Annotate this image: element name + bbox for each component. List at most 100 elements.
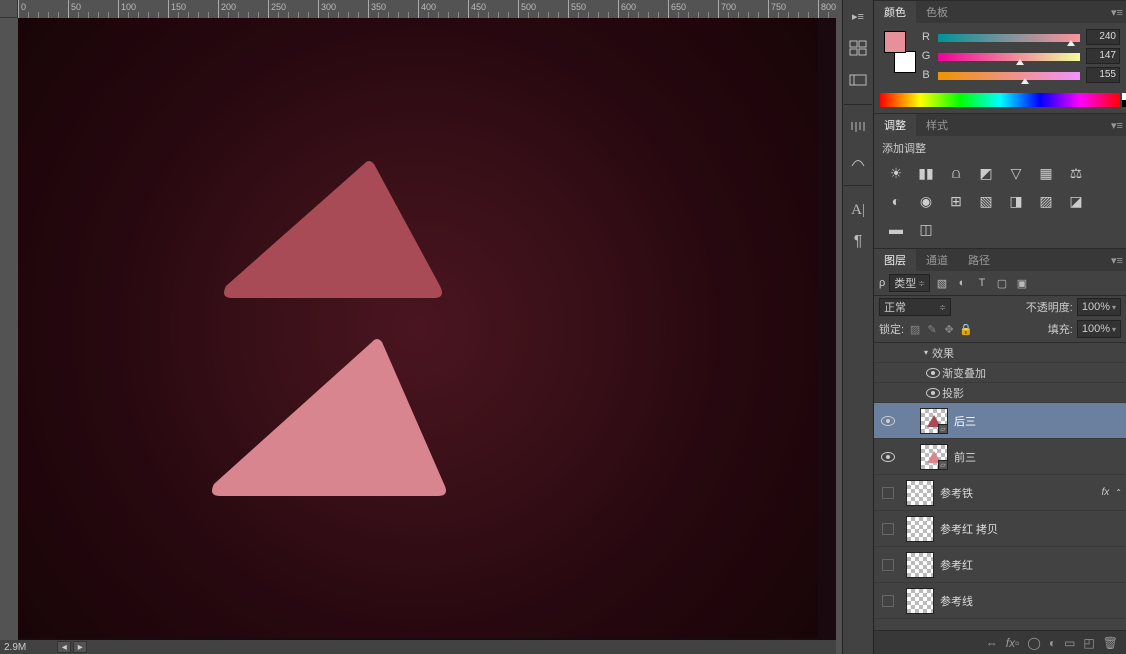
visibility-toggle[interactable] (926, 388, 940, 398)
tab-paths[interactable]: 路径 (958, 249, 1000, 271)
canvas-viewport[interactable] (18, 18, 836, 640)
shape-front-triangle[interactable] (204, 336, 448, 502)
panel-menu-icon[interactable]: ▾≡ (1108, 1, 1126, 23)
filter-shape-icon[interactable]: ▢ (994, 275, 1010, 291)
opacity-input[interactable]: 100%▾ (1077, 298, 1121, 316)
b-value[interactable]: 155 (1086, 67, 1120, 83)
brush-settings-icon[interactable] (846, 151, 870, 171)
layer-row[interactable]: ▱ 后三 (874, 403, 1126, 439)
channel-mixer-icon[interactable]: ⊞ (946, 192, 966, 210)
bw-icon[interactable]: ◐ (886, 192, 906, 210)
layer-thumbnail[interactable]: ▱ (920, 408, 948, 434)
vibrance-icon[interactable]: ▽ (1006, 164, 1026, 182)
layer-thumbnail[interactable] (906, 552, 934, 578)
visibility-toggle[interactable] (881, 452, 895, 462)
colorlookup-icon[interactable]: ▧ (976, 192, 996, 210)
character-icon[interactable]: A| (846, 200, 870, 220)
delete-layer-icon[interactable]: 🗑 (1103, 636, 1118, 650)
ruler-origin[interactable] (0, 0, 18, 18)
layer-name[interactable]: 参考铁 (940, 485, 973, 501)
tab-layers[interactable]: 图层 (874, 249, 916, 271)
b-slider[interactable] (938, 70, 1080, 80)
brush-icon[interactable] (846, 119, 870, 139)
color-spectrum[interactable] (880, 93, 1120, 107)
status-nav-left[interactable]: ◂ (57, 641, 71, 653)
ruler-vertical[interactable] (0, 18, 18, 640)
g-value[interactable]: 147 (1086, 48, 1120, 64)
curves-icon[interactable]: ⩍ (946, 164, 966, 182)
panel-menu-icon[interactable]: ▾≡ (1108, 249, 1126, 271)
exposure-icon[interactable]: ◩ (976, 164, 996, 182)
r-slider[interactable] (938, 32, 1080, 42)
filter-smart-icon[interactable]: ▣ (1014, 275, 1030, 291)
layer-row[interactable]: 参考红 (874, 547, 1126, 583)
fx-item[interactable]: 投影 (874, 383, 1126, 403)
gradient-map-icon[interactable]: ▬ (886, 220, 906, 238)
link-layers-icon[interactable]: ⇔ (986, 636, 998, 650)
document-canvas[interactable] (18, 18, 818, 638)
layer-thumbnail[interactable]: ▱ (920, 444, 948, 470)
layer-list[interactable]: ▾效果 渐变叠加 投影 ▱后三▱前三参考铁fx⌃参考红 拷贝参考红参考线 (874, 343, 1126, 630)
ruler-horizontal[interactable]: 0501001502002503003504004505005506006507… (18, 0, 836, 18)
layer-name[interactable]: 参考红 (940, 557, 973, 573)
posterize-icon[interactable]: ▨ (1036, 192, 1056, 210)
tab-swatches[interactable]: 色板 (916, 1, 958, 23)
filter-type-icon[interactable]: T (974, 275, 990, 291)
lock-all-icon[interactable]: 🔒 (959, 322, 973, 336)
status-nav-right[interactable]: ▸ (73, 641, 87, 653)
filter-kind-select[interactable]: 类型≑ (889, 274, 930, 292)
fx-item[interactable]: 渐变叠加 (874, 363, 1126, 383)
lock-paint-icon[interactable]: ✎ (925, 322, 939, 336)
lock-transparency-icon[interactable]: ▨ (908, 322, 922, 336)
new-adjustment-icon[interactable]: ◐ (1049, 636, 1056, 650)
new-group-icon[interactable]: ▭ (1064, 636, 1075, 650)
layer-name[interactable]: 参考线 (940, 593, 973, 609)
paragraph-icon[interactable]: ¶ (846, 232, 870, 252)
zoom-level[interactable]: 2.9M (4, 642, 26, 653)
fill-input[interactable]: 100%▾ (1077, 320, 1121, 338)
filter-adjust-icon[interactable]: ◐ (954, 275, 970, 291)
hue-icon[interactable]: ▦ (1036, 164, 1056, 182)
panel-menu-icon[interactable]: ▸≡ (846, 6, 870, 26)
layer-thumbnail[interactable] (906, 480, 934, 506)
new-layer-icon[interactable]: ◰ (1083, 636, 1094, 650)
layer-name[interactable]: 后三 (954, 413, 976, 429)
selective-icon[interactable]: ◫ (916, 220, 936, 238)
invert-icon[interactable]: ◨ (1006, 192, 1026, 210)
layer-row[interactable]: 参考线 (874, 583, 1126, 619)
tab-color[interactable]: 颜色 (874, 1, 916, 23)
visibility-toggle[interactable] (881, 416, 895, 426)
blend-mode-select[interactable]: 正常≑ (879, 298, 951, 316)
levels-icon[interactable]: ▮▮ (916, 164, 936, 182)
tab-styles[interactable]: 样式 (916, 114, 958, 136)
g-slider[interactable] (938, 51, 1080, 61)
photo-filter-icon[interactable]: ◉ (916, 192, 936, 210)
r-value[interactable]: 240 (1086, 29, 1120, 45)
lock-position-icon[interactable]: ✥ (942, 322, 956, 336)
layer-row[interactable]: 参考红 拷贝 (874, 511, 1126, 547)
layer-row[interactable]: 参考铁fx⌃ (874, 475, 1126, 511)
layer-row[interactable]: ▱ 前三 (874, 439, 1126, 475)
shape-back-triangle[interactable] (214, 158, 444, 303)
layer-thumbnail[interactable] (906, 588, 934, 614)
layer-name[interactable]: 前三 (954, 449, 976, 465)
background-color[interactable] (894, 51, 916, 73)
tab-adjustments[interactable]: 调整 (874, 114, 916, 136)
brightness-icon[interactable]: ☀ (886, 164, 906, 182)
threshold-icon[interactable]: ◪ (1066, 192, 1086, 210)
fx-badge[interactable]: fx (1102, 487, 1110, 498)
layer-fx-icon[interactable]: fx▫ (1006, 636, 1020, 650)
history-icon[interactable] (846, 38, 870, 58)
properties-icon[interactable] (846, 70, 870, 90)
panel-menu-icon[interactable]: ▾≡ (1108, 114, 1126, 136)
foreground-color[interactable] (884, 31, 906, 53)
layer-thumbnail[interactable] (906, 516, 934, 542)
tab-channels[interactable]: 通道 (916, 249, 958, 271)
color-swatch[interactable] (884, 31, 916, 73)
layer-mask-icon[interactable]: ◯ (1027, 636, 1040, 650)
fx-header[interactable]: ▾效果 (874, 343, 1126, 363)
balance-icon[interactable]: ⚖ (1066, 164, 1086, 182)
layer-name[interactable]: 参考红 拷贝 (940, 521, 998, 537)
filter-pixel-icon[interactable]: ▧ (934, 275, 950, 291)
visibility-toggle[interactable] (926, 368, 940, 378)
